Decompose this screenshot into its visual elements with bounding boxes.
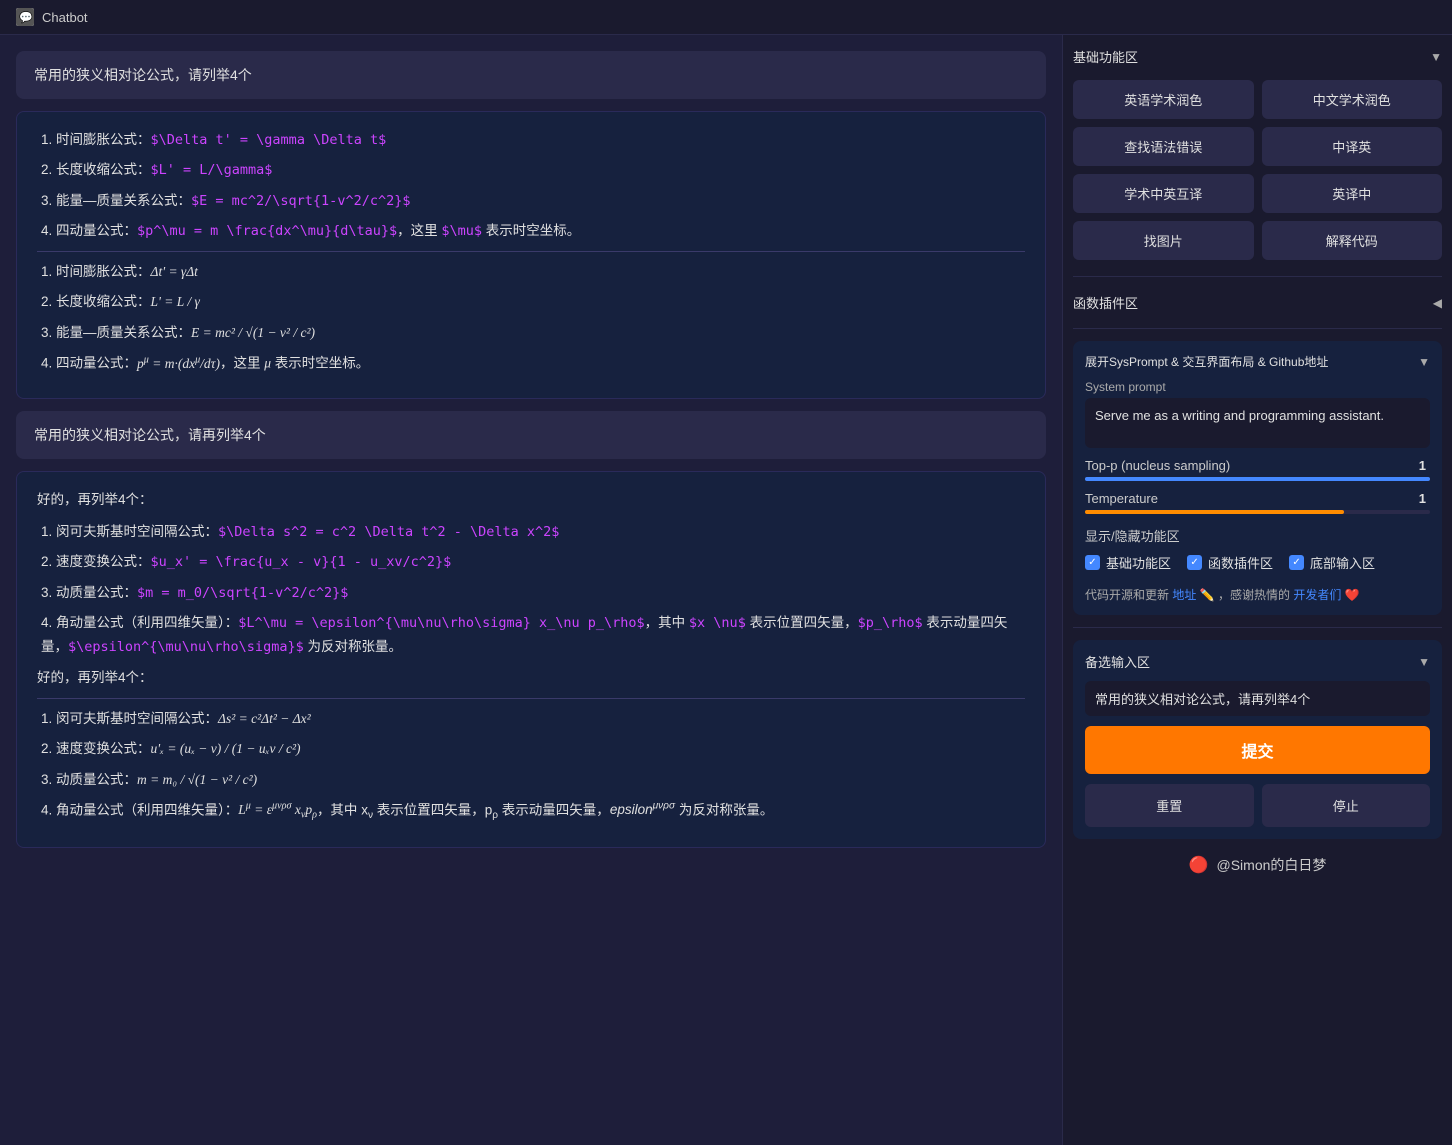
divider-1 <box>37 251 1025 252</box>
open-source-link[interactable]: 地址 <box>1172 588 1196 602</box>
bottom-buttons: 重置 停止 <box>1085 784 1430 827</box>
app-container: 💬 Chatbot 常用的狭义相对论公式，请列举4个 1. 时间膨胀公式：$\D… <box>0 0 1452 1145</box>
top-p-block: Top-p (nucleus sampling) 1 <box>1085 458 1430 481</box>
reset-button[interactable]: 重置 <box>1085 784 1254 827</box>
checkbox-plugin-box[interactable]: ✓ <box>1187 555 1202 570</box>
btn-grammar-check[interactable]: 查找语法错误 <box>1073 127 1254 166</box>
btn-en-to-zh[interactable]: 英译中 <box>1262 174 1443 213</box>
backup-arrow: ▼ <box>1418 655 1430 669</box>
plugin-arrow: ◀ <box>1433 296 1442 310</box>
chat-panel[interactable]: 常用的狭义相对论公式，请列举4个 1. 时间膨胀公式：$\Delta t' = … <box>0 35 1062 1145</box>
btn-explain-code[interactable]: 解释代码 <box>1262 221 1443 260</box>
checkbox-input[interactable]: ✓ 底部输入区 <box>1289 553 1375 572</box>
watermark-row: 🔴 @Simon的白日梦 <box>1073 847 1442 883</box>
backup-section: 备选输入区 ▼ 提交 重置 停止 <box>1073 640 1442 839</box>
assistant-message-2: 好的，再列举4个： 1. 闵可夫斯基时空间隔公式：$\Delta s^2 = c… <box>16 471 1046 848</box>
svg-text:💬: 💬 <box>19 11 33 24</box>
sysprompt-block: System prompt Serve me as a writing and … <box>1085 380 1430 448</box>
open-source-row: 代码开源和更新 地址 ✏️ ，感谢热情的 开发者们 ❤️ <box>1085 586 1430 603</box>
divider-2 <box>37 698 1025 699</box>
formula-list-1-latex: 1. 时间膨胀公式：$\Delta t' = \gamma \Delta t$ … <box>37 128 1025 243</box>
weibo-icon: 🔴 <box>1189 855 1209 875</box>
user-message-1: 常用的狭义相对论公式，请列举4个 <box>16 51 1046 99</box>
show-hide-section: 显示/隐藏功能区 ✓ 基础功能区 ✓ 函数插件区 ✓ 底部输入区 <box>1085 526 1430 572</box>
sysprompt-arrow: ▼ <box>1418 355 1430 369</box>
formula-list-2-latex: 1. 闵可夫斯基时空间隔公式：$\Delta s^2 = c^2 \Delta … <box>37 520 1025 659</box>
basic-functions-arrow: ▼ <box>1430 50 1442 64</box>
checkbox-row: ✓ 基础功能区 ✓ 函数插件区 ✓ 底部输入区 <box>1085 553 1430 572</box>
btn-chinese-polish[interactable]: 中文学术润色 <box>1262 80 1443 119</box>
btn-academic-translate[interactable]: 学术中英互译 <box>1073 174 1254 213</box>
developers-link[interactable]: 开发者们 <box>1293 588 1341 602</box>
formula-1-3: 3. 能量—质量关系公式：$E = mc^2/\sqrt{1-v^2/c^2}$ <box>41 189 1025 213</box>
formula-1-2: 2. 长度收缩公式：$L' = L/\gamma$ <box>41 158 1025 182</box>
submit-button[interactable]: 提交 <box>1085 726 1430 774</box>
watermark-text: @Simon的白日梦 <box>1217 855 1327 875</box>
system-prompt-value[interactable]: Serve me as a writing and programming as… <box>1085 398 1430 448</box>
basic-functions-grid: 英语学术润色 中文学术润色 查找语法错误 中译英 学术中英互译 英译中 找图片 … <box>1073 80 1442 260</box>
stop-button[interactable]: 停止 <box>1262 784 1431 827</box>
formula-list-2-rendered: 1. 闵可夫斯基时空间隔公式：Δs² = c²Δt² − Δx² 2. 速度变换… <box>37 707 1025 825</box>
title-bar: 💬 Chatbot <box>0 0 1452 35</box>
main-layout: 常用的狭义相对论公式，请列举4个 1. 时间膨胀公式：$\Delta t' = … <box>0 35 1452 1145</box>
section-divider-2 <box>1073 328 1442 329</box>
backup-input[interactable] <box>1085 681 1430 716</box>
assistant-intro: 好的，再列举4个： <box>37 488 1025 512</box>
btn-english-polish[interactable]: 英语学术润色 <box>1073 80 1254 119</box>
user-message-2: 常用的狭义相对论公式，请再列举4个 <box>16 411 1046 459</box>
formula-1-4: 4. 四动量公式：$p^\mu = m \frac{dx^\mu}{d\tau}… <box>41 219 1025 243</box>
chatbot-icon: 💬 <box>16 8 34 26</box>
formula-1-1: 1. 时间膨胀公式：$\Delta t' = \gamma \Delta t$ <box>41 128 1025 152</box>
system-prompt-label: System prompt <box>1085 380 1430 394</box>
title-bar-label: Chatbot <box>42 10 88 25</box>
sysprompt-section: 展开SysPrompt & 交互界面布局 & Github地址 ▼ System… <box>1073 341 1442 615</box>
temperature-slider[interactable] <box>1085 510 1430 514</box>
sysprompt-header: 展开SysPrompt & 交互界面布局 & Github地址 ▼ <box>1085 353 1430 370</box>
section-divider-3 <box>1073 627 1442 628</box>
checkbox-plugin[interactable]: ✓ 函数插件区 <box>1187 553 1273 572</box>
formula-list-1-rendered: 1. 时间膨胀公式：Δt' = γΔt 2. 长度收缩公式：L' = L / γ… <box>37 260 1025 376</box>
checkbox-basic-box[interactable]: ✓ <box>1085 555 1100 570</box>
backup-header: 备选输入区 ▼ <box>1085 652 1430 671</box>
checkbox-basic[interactable]: ✓ 基础功能区 <box>1085 553 1171 572</box>
right-panel: 基础功能区 ▼ 英语学术润色 中文学术润色 查找语法错误 中译英 学术中英互译 … <box>1062 35 1452 1145</box>
section-divider-1 <box>1073 276 1442 277</box>
basic-functions-header: 基础功能区 ▼ <box>1073 45 1442 72</box>
top-p-slider[interactable] <box>1085 477 1430 481</box>
btn-find-image[interactable]: 找图片 <box>1073 221 1254 260</box>
btn-zh-to-en[interactable]: 中译英 <box>1262 127 1443 166</box>
checkbox-input-box[interactable]: ✓ <box>1289 555 1304 570</box>
temperature-block: Temperature 1 <box>1085 491 1430 514</box>
assistant-message-1: 1. 时间膨胀公式：$\Delta t' = \gamma \Delta t$ … <box>16 111 1046 399</box>
plugin-section-header: 函数插件区 ◀ <box>1073 289 1442 316</box>
